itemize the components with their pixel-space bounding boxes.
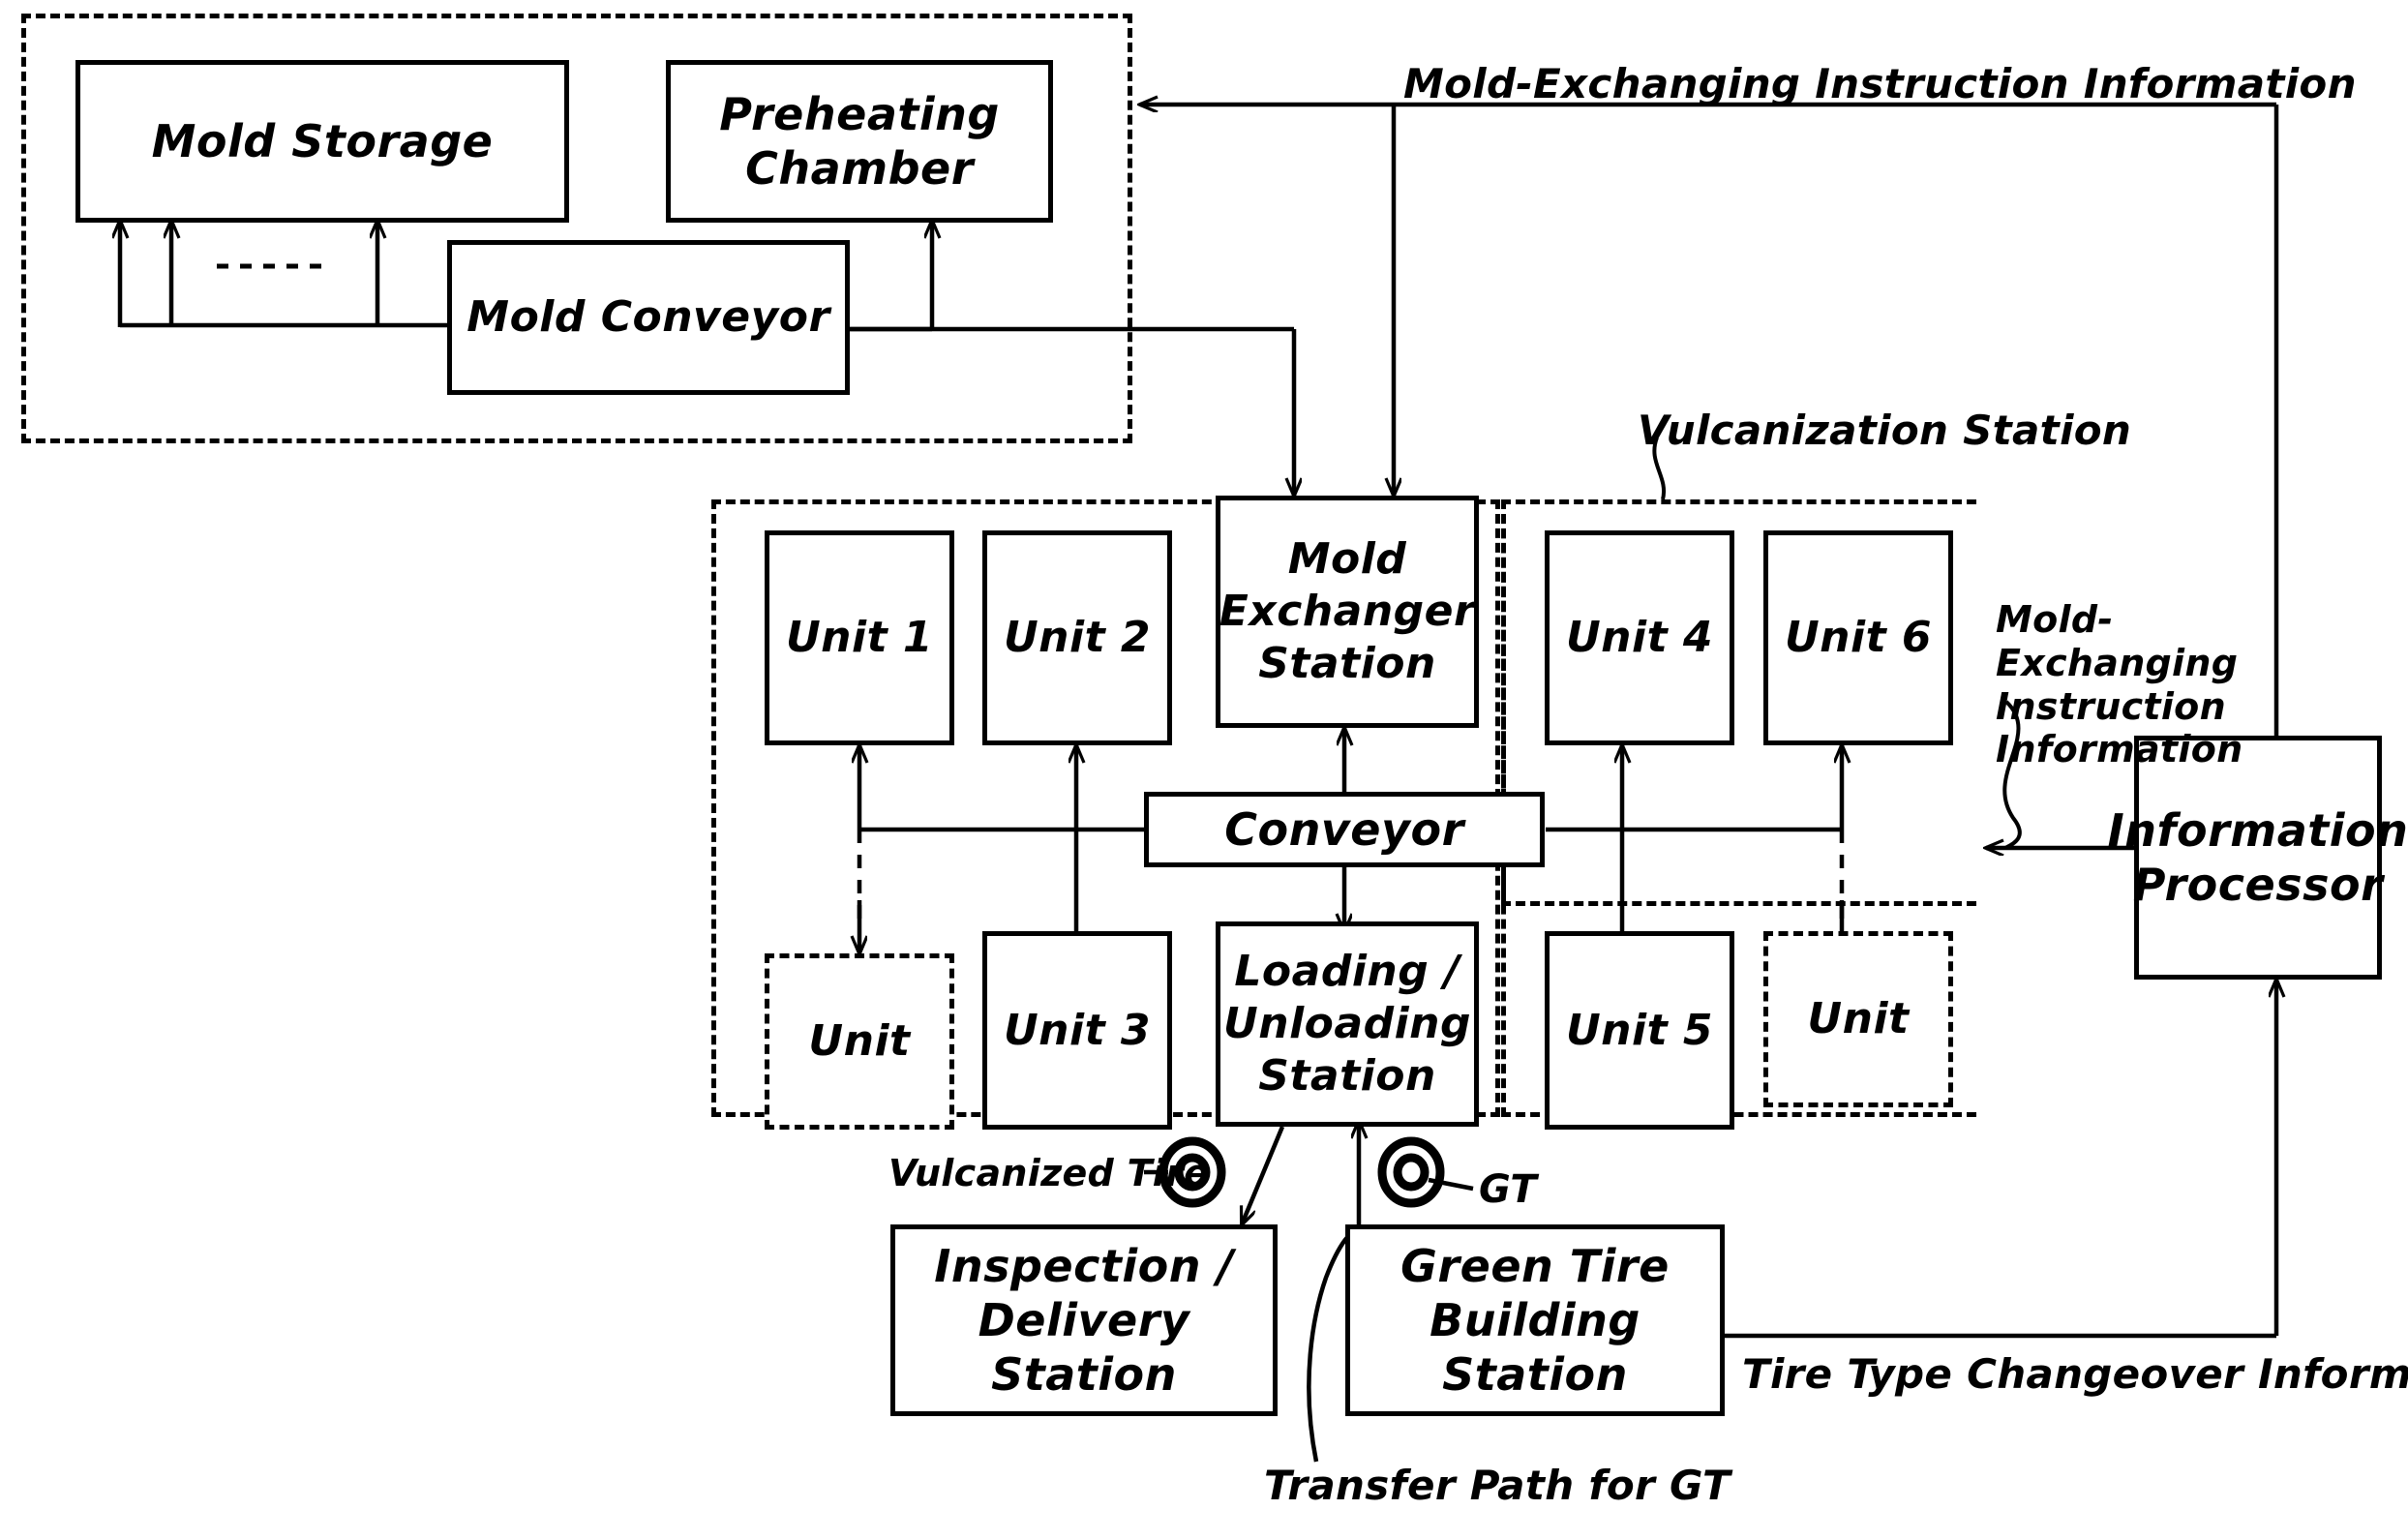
label-gt: GT xyxy=(1479,1167,1538,1212)
box-unit-spare-right[interactable]: Unit xyxy=(1763,931,1953,1107)
green-tire-icon xyxy=(1377,1136,1445,1208)
box-unit-spare-left[interactable]: Unit xyxy=(765,953,954,1130)
box-green-tire-building-station[interactable]: Green Tire Building Station xyxy=(1345,1224,1725,1416)
box-mold-storage[interactable]: Mold Storage xyxy=(75,60,569,223)
box-unit-2[interactable]: Unit 2 xyxy=(982,530,1172,745)
box-information-processor[interactable]: Information Processor xyxy=(2108,736,2408,980)
box-inspection-delivery-station[interactable]: Inspection / Delivery Station xyxy=(890,1224,1278,1416)
box-loading-unloading-station[interactable]: Loading / Unloading Station xyxy=(1216,921,1479,1127)
box-unit-6[interactable]: Unit 6 xyxy=(1763,530,1953,745)
box-unit-1[interactable]: Unit 1 xyxy=(765,530,954,745)
box-unit-4[interactable]: Unit 4 xyxy=(1545,530,1734,745)
box-mold-conveyor[interactable]: Mold Conveyor xyxy=(447,240,850,395)
box-unit-5[interactable]: Unit 5 xyxy=(1545,931,1734,1130)
label-mold-exchanging-top: Mold-Exchanging Instruction Information xyxy=(1403,60,2357,107)
label-tire-type-changeover: Tire Type Changeover Information xyxy=(1742,1350,2408,1398)
box-preheating-chamber[interactable]: Preheating Chamber xyxy=(666,60,1053,223)
label-mold-exchanging-right: Mold-Exchanging Instruction Information xyxy=(1996,598,2243,771)
label-vulcanized-tire: Vulcanized Tire xyxy=(888,1152,1210,1194)
label-vulcanization-station: Vulcanization Station xyxy=(1638,407,2132,454)
label-transfer-path-for-gt: Transfer Path for GT xyxy=(1264,1462,1731,1509)
diagram-canvas: Mold Storage Preheating Chamber Mold Con… xyxy=(0,0,2408,1540)
box-unit-3[interactable]: Unit 3 xyxy=(982,931,1172,1130)
box-mold-exchanger-station[interactable]: Mold Exchanger Station xyxy=(1216,496,1479,728)
box-conveyor[interactable]: Conveyor xyxy=(1144,792,1545,867)
